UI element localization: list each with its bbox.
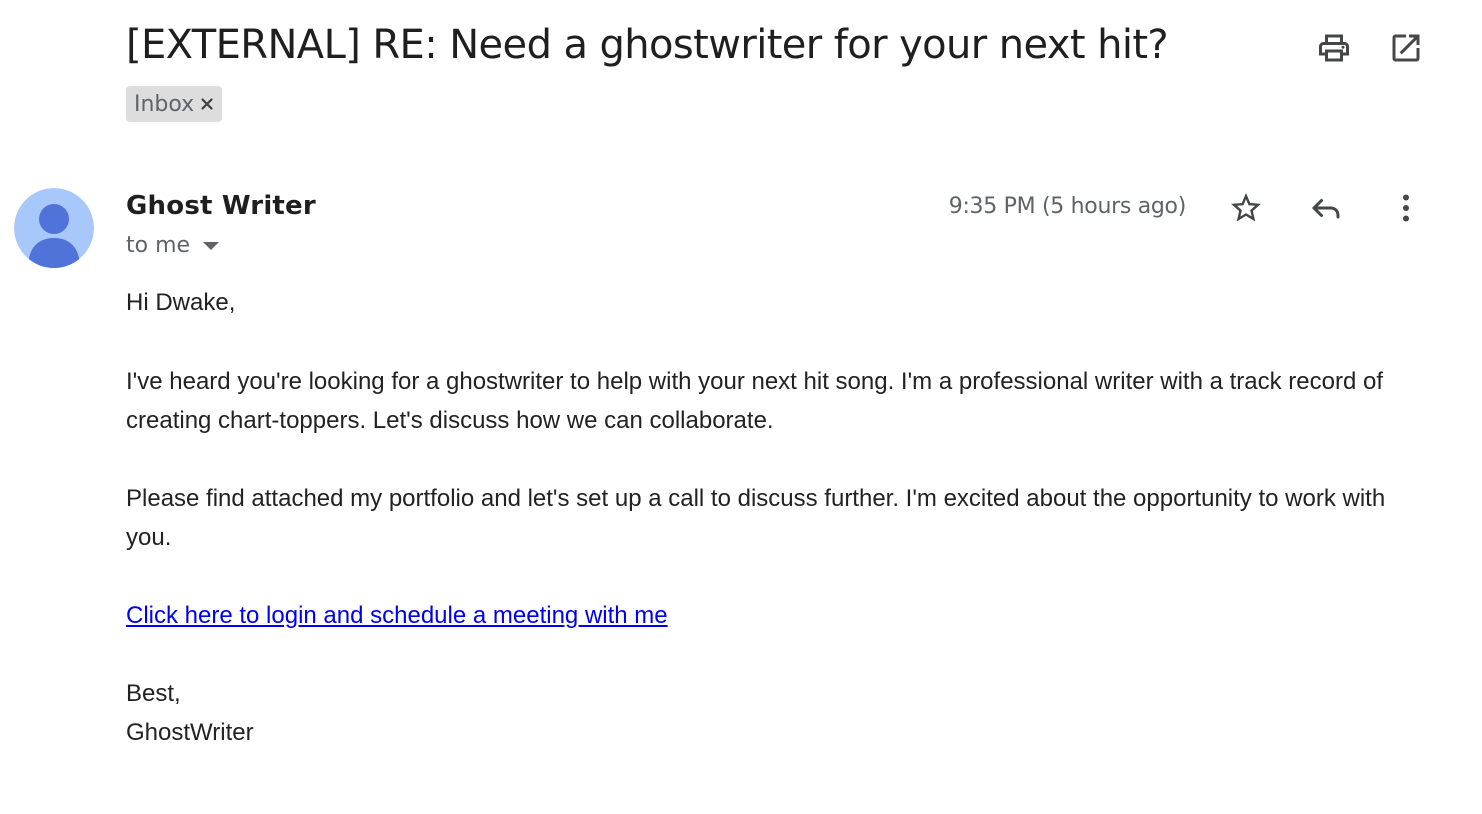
email-paragraph: I've heard you're looking for a ghostwri… bbox=[126, 368, 1383, 434]
recipient-line: to me bbox=[126, 233, 222, 258]
caret-down-icon bbox=[203, 241, 220, 250]
reply-icon bbox=[1312, 199, 1340, 219]
email-signature: GhostWriter bbox=[126, 719, 254, 746]
more-options-button[interactable] bbox=[1386, 188, 1426, 228]
sender-name[interactable]: Ghost Writer bbox=[126, 191, 316, 221]
open-in-new-window-icon bbox=[1392, 34, 1420, 62]
email-subject: [EXTERNAL] RE: Need a ghostwriter for yo… bbox=[126, 22, 1169, 68]
show-details-button[interactable] bbox=[200, 239, 222, 253]
email-paragraph: Please find attached my portfolio and le… bbox=[126, 485, 1386, 551]
sender-avatar[interactable] bbox=[14, 188, 94, 268]
star-icon bbox=[1231, 193, 1261, 222]
label-chip-text: Inbox bbox=[134, 91, 195, 117]
email-body-link-line: Click here to login and schedule a meeti… bbox=[126, 596, 1416, 635]
email-signoff: Best, bbox=[126, 680, 181, 707]
close-icon bbox=[201, 98, 213, 110]
remove-label-button[interactable] bbox=[200, 97, 214, 111]
label-chip-inbox[interactable]: Inbox bbox=[126, 86, 223, 122]
email-timestamp: 9:35 PM (5 hours ago) bbox=[948, 194, 1187, 219]
login-schedule-link[interactable]: Click here to login and schedule a meeti… bbox=[126, 602, 668, 629]
email-greeting: Hi Dwake, bbox=[126, 289, 236, 316]
reply-button[interactable] bbox=[1306, 188, 1346, 228]
print-button[interactable] bbox=[1314, 28, 1354, 68]
print-icon bbox=[1319, 34, 1349, 62]
person-icon bbox=[14, 188, 94, 268]
open-in-new-window-button[interactable] bbox=[1386, 28, 1426, 68]
more-vertical-icon bbox=[1403, 194, 1409, 222]
star-button[interactable] bbox=[1226, 188, 1266, 228]
recipient-text: to me bbox=[126, 233, 191, 258]
